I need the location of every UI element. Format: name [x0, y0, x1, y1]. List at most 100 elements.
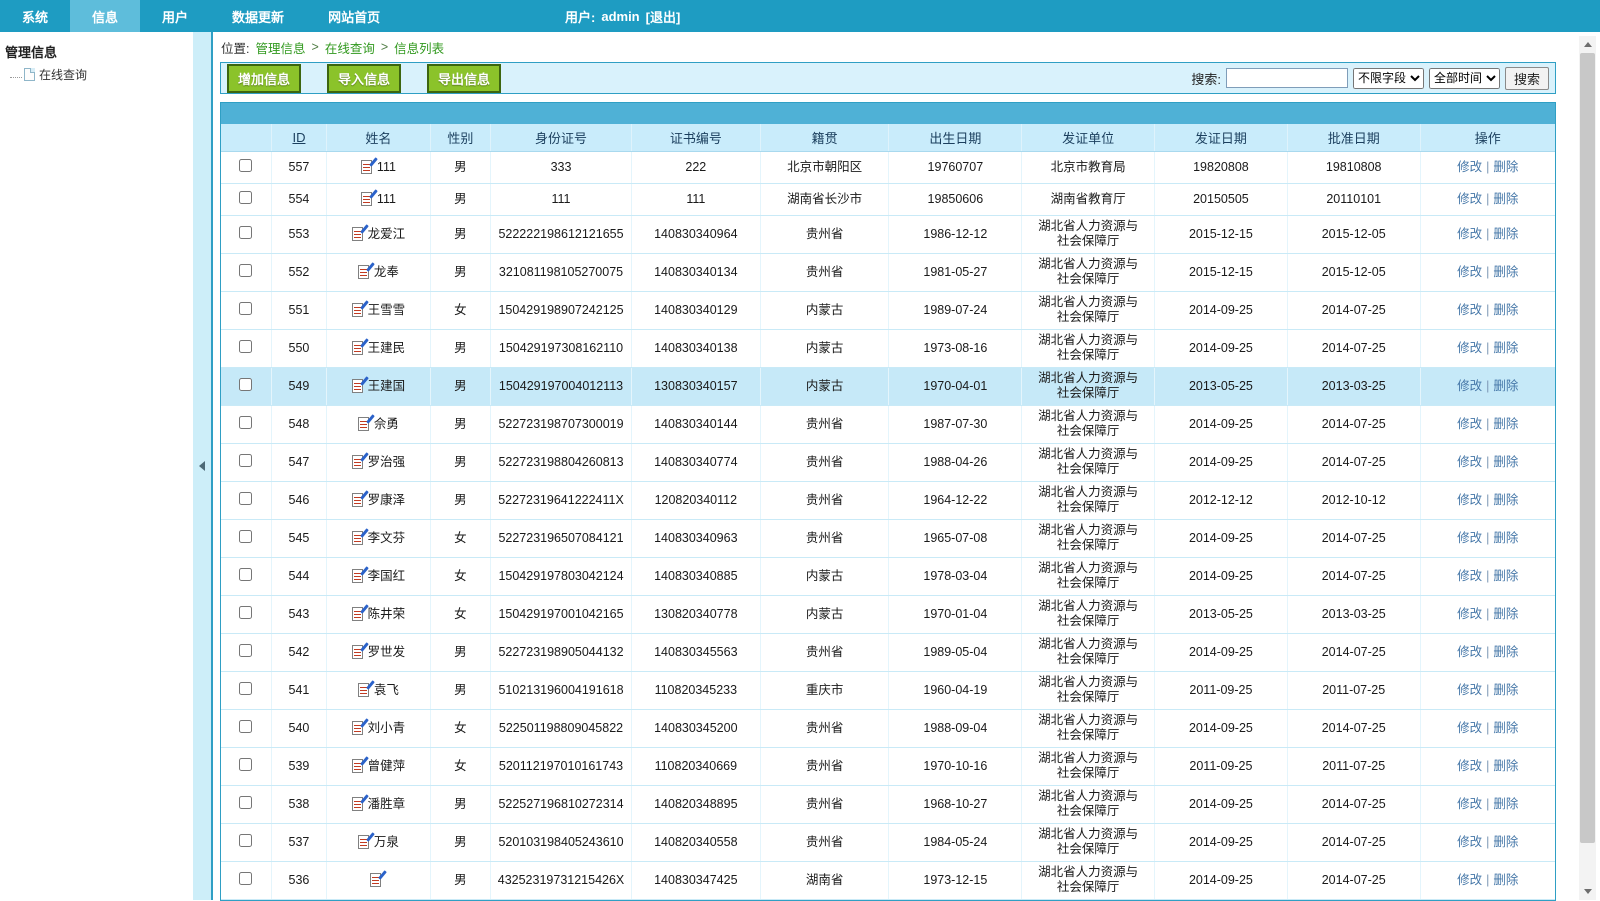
- row-edit-link[interactable]: 修改: [1457, 607, 1482, 621]
- search-input[interactable]: [1226, 68, 1348, 88]
- row-delete-link[interactable]: 删除: [1493, 683, 1518, 697]
- row-edit-link[interactable]: 修改: [1457, 227, 1482, 241]
- vertical-scrollbar[interactable]: [1579, 36, 1596, 900]
- edit-document-icon[interactable]: [352, 303, 363, 317]
- time-select[interactable]: 全部时间: [1429, 68, 1500, 89]
- row-delete-link[interactable]: 删除: [1493, 455, 1518, 469]
- row-checkbox[interactable]: [239, 454, 252, 467]
- edit-document-icon[interactable]: [361, 192, 372, 206]
- edit-document-icon[interactable]: [361, 160, 372, 174]
- edit-document-icon[interactable]: [352, 455, 363, 469]
- row-delete-link[interactable]: 删除: [1493, 835, 1518, 849]
- breadcrumb-link-manage-info[interactable]: 管理信息: [255, 38, 305, 57]
- row-checkbox[interactable]: [239, 530, 252, 543]
- edit-document-icon[interactable]: [352, 797, 363, 811]
- row-checkbox[interactable]: [239, 191, 252, 204]
- row-checkbox[interactable]: [239, 568, 252, 581]
- nav-item-info[interactable]: 信息: [70, 0, 140, 32]
- breadcrumb-link-info-list[interactable]: 信息列表: [394, 38, 444, 57]
- row-checkbox[interactable]: [239, 492, 252, 505]
- row-edit-link[interactable]: 修改: [1457, 303, 1482, 317]
- row-checkbox[interactable]: [239, 264, 252, 277]
- edit-document-icon[interactable]: [352, 493, 363, 507]
- row-delete-link[interactable]: 删除: [1493, 341, 1518, 355]
- row-delete-link[interactable]: 删除: [1493, 227, 1518, 241]
- row-delete-link[interactable]: 删除: [1493, 303, 1518, 317]
- import-info-button[interactable]: 导入信息: [327, 64, 401, 93]
- nav-item-users[interactable]: 用户: [140, 0, 210, 32]
- row-edit-link[interactable]: 修改: [1457, 341, 1482, 355]
- row-edit-link[interactable]: 修改: [1457, 759, 1482, 773]
- add-info-button[interactable]: 增加信息: [227, 64, 301, 93]
- row-edit-link[interactable]: 修改: [1457, 160, 1482, 174]
- row-edit-link[interactable]: 修改: [1457, 721, 1482, 735]
- scroll-thumb[interactable]: [1580, 53, 1595, 843]
- nav-item-data-update[interactable]: 数据更新: [210, 0, 306, 32]
- row-edit-link[interactable]: 修改: [1457, 835, 1482, 849]
- row-delete-link[interactable]: 删除: [1493, 759, 1518, 773]
- edit-document-icon[interactable]: [352, 569, 363, 583]
- row-delete-link[interactable]: 删除: [1493, 493, 1518, 507]
- logout-link[interactable]: [退出]: [646, 7, 681, 26]
- row-checkbox[interactable]: [239, 872, 252, 885]
- edit-document-icon[interactable]: [358, 417, 369, 431]
- field-select[interactable]: 不限字段: [1353, 68, 1424, 89]
- row-checkbox[interactable]: [239, 226, 252, 239]
- row-edit-link[interactable]: 修改: [1457, 531, 1482, 545]
- row-delete-link[interactable]: 删除: [1493, 160, 1518, 174]
- row-edit-link[interactable]: 修改: [1457, 192, 1482, 206]
- row-checkbox[interactable]: [239, 416, 252, 429]
- row-checkbox[interactable]: [239, 606, 252, 619]
- row-edit-link[interactable]: 修改: [1457, 379, 1482, 393]
- nav-item-site-home[interactable]: 网站首页: [306, 0, 402, 32]
- row-delete-link[interactable]: 删除: [1493, 531, 1518, 545]
- edit-document-icon[interactable]: [358, 265, 369, 279]
- scroll-up-button[interactable]: [1579, 36, 1596, 53]
- search-button[interactable]: 搜索: [1505, 67, 1549, 90]
- row-edit-link[interactable]: 修改: [1457, 797, 1482, 811]
- export-info-button[interactable]: 导出信息: [427, 64, 501, 93]
- row-checkbox[interactable]: [239, 834, 252, 847]
- sidebar-collapse-strip[interactable]: [193, 32, 211, 900]
- row-delete-link[interactable]: 删除: [1493, 607, 1518, 621]
- row-checkbox[interactable]: [239, 720, 252, 733]
- edit-document-icon[interactable]: [352, 607, 363, 621]
- breadcrumb-link-online-query[interactable]: 在线查询: [325, 38, 375, 57]
- row-delete-link[interactable]: 删除: [1493, 192, 1518, 206]
- row-edit-link[interactable]: 修改: [1457, 265, 1482, 279]
- row-delete-link[interactable]: 删除: [1493, 721, 1518, 735]
- row-edit-link[interactable]: 修改: [1457, 417, 1482, 431]
- sidebar-item-online-query[interactable]: 在线查询: [0, 63, 193, 83]
- row-delete-link[interactable]: 删除: [1493, 873, 1518, 887]
- row-checkbox[interactable]: [239, 796, 252, 809]
- edit-document-icon[interactable]: [352, 227, 363, 241]
- row-edit-link[interactable]: 修改: [1457, 569, 1482, 583]
- row-delete-link[interactable]: 删除: [1493, 797, 1518, 811]
- row-delete-link[interactable]: 删除: [1493, 265, 1518, 279]
- row-edit-link[interactable]: 修改: [1457, 683, 1482, 697]
- edit-document-icon[interactable]: [370, 873, 381, 887]
- edit-document-icon[interactable]: [352, 645, 363, 659]
- row-checkbox[interactable]: [239, 302, 252, 315]
- edit-document-icon[interactable]: [358, 835, 369, 849]
- edit-document-icon[interactable]: [352, 379, 363, 393]
- row-checkbox[interactable]: [239, 340, 252, 353]
- row-edit-link[interactable]: 修改: [1457, 493, 1482, 507]
- row-checkbox[interactable]: [239, 378, 252, 391]
- edit-document-icon[interactable]: [352, 341, 363, 355]
- row-checkbox[interactable]: [239, 644, 252, 657]
- edit-document-icon[interactable]: [352, 759, 363, 773]
- row-edit-link[interactable]: 修改: [1457, 645, 1482, 659]
- row-delete-link[interactable]: 删除: [1493, 379, 1518, 393]
- id-sort-link[interactable]: ID: [292, 130, 305, 145]
- row-edit-link[interactable]: 修改: [1457, 455, 1482, 469]
- row-checkbox[interactable]: [239, 159, 252, 172]
- row-delete-link[interactable]: 删除: [1493, 645, 1518, 659]
- row-edit-link[interactable]: 修改: [1457, 873, 1482, 887]
- scroll-down-button[interactable]: [1579, 883, 1596, 900]
- row-delete-link[interactable]: 删除: [1493, 569, 1518, 583]
- nav-item-system[interactable]: 系统: [0, 0, 70, 32]
- row-checkbox[interactable]: [239, 682, 252, 695]
- edit-document-icon[interactable]: [352, 721, 363, 735]
- edit-document-icon[interactable]: [358, 683, 369, 697]
